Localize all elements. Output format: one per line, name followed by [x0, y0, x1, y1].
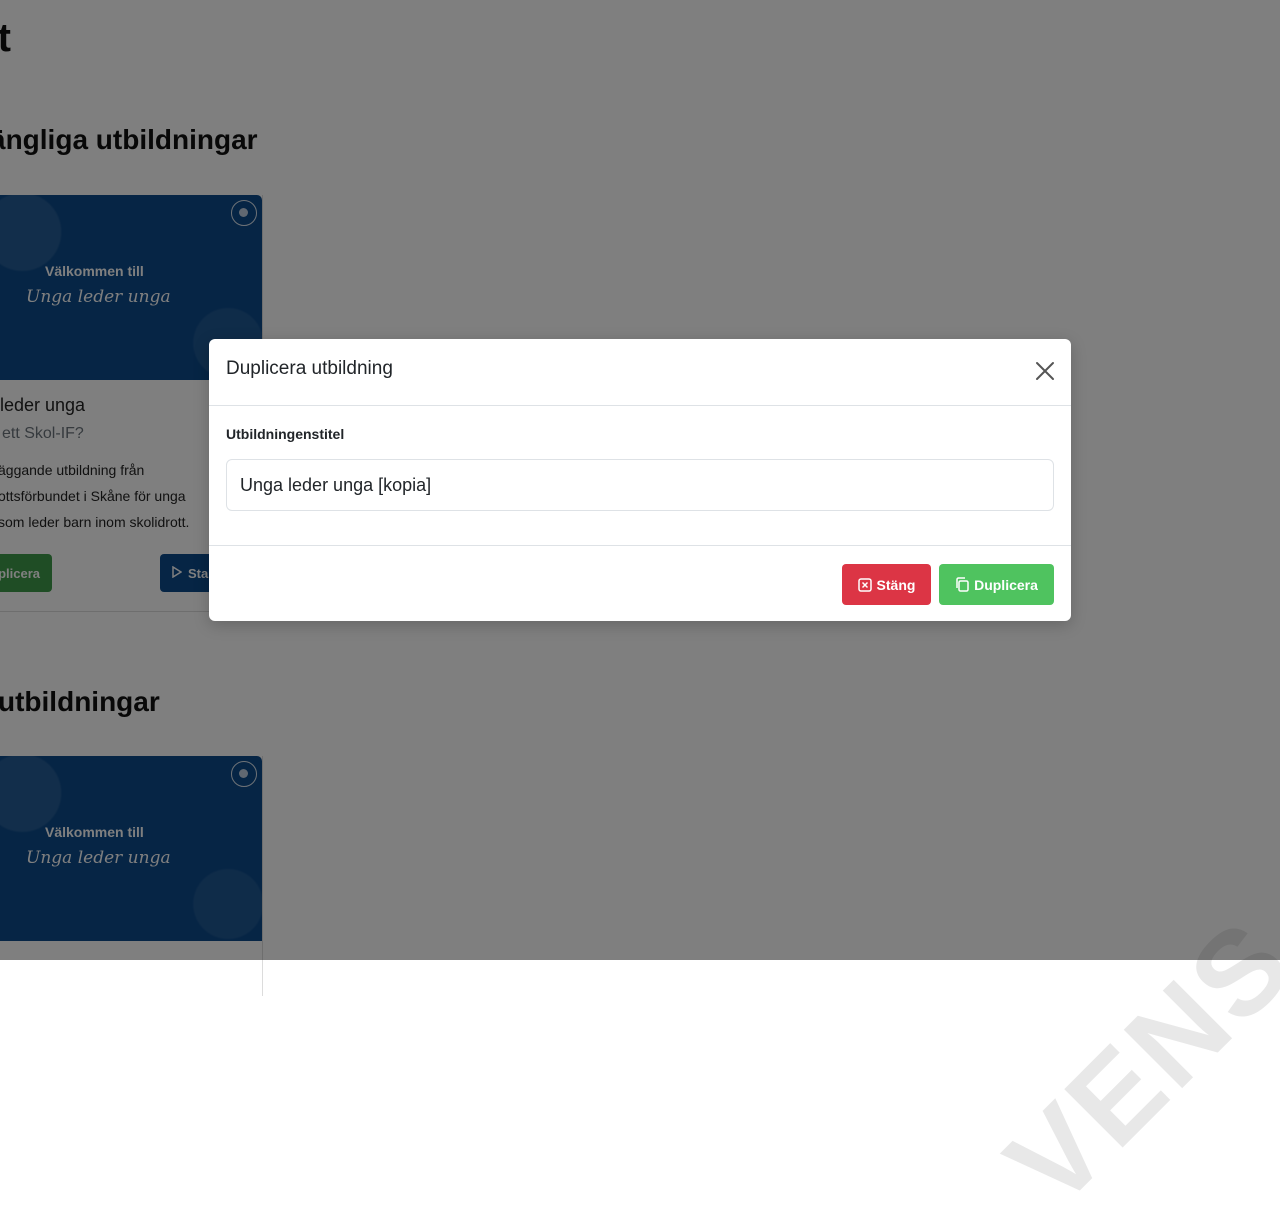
- modal-title: Duplicera utbildning: [226, 358, 393, 379]
- x-square-icon: [857, 577, 872, 592]
- modal-header: Duplicera utbildning: [209, 339, 1071, 406]
- stang-label: Stäng: [876, 576, 916, 593]
- duplicate-label: Duplicera: [974, 576, 1038, 593]
- duplicate-course-dialog: Duplicera utbildning Utbildningenstitel …: [209, 339, 1071, 621]
- duplicate-button[interactable]: Duplicera: [939, 564, 1054, 605]
- stang-button[interactable]: Stäng: [842, 564, 931, 605]
- course-title-input[interactable]: [226, 459, 1054, 511]
- modal-body: Utbildningenstitel: [209, 406, 1071, 546]
- modal-footer: Stäng Duplicera: [209, 546, 1071, 622]
- copy-icon: [955, 577, 969, 592]
- close-button[interactable]: [1033, 359, 1057, 383]
- course-title-label: Utbildningenstitel: [226, 426, 345, 442]
- close-icon: [1033, 362, 1057, 386]
